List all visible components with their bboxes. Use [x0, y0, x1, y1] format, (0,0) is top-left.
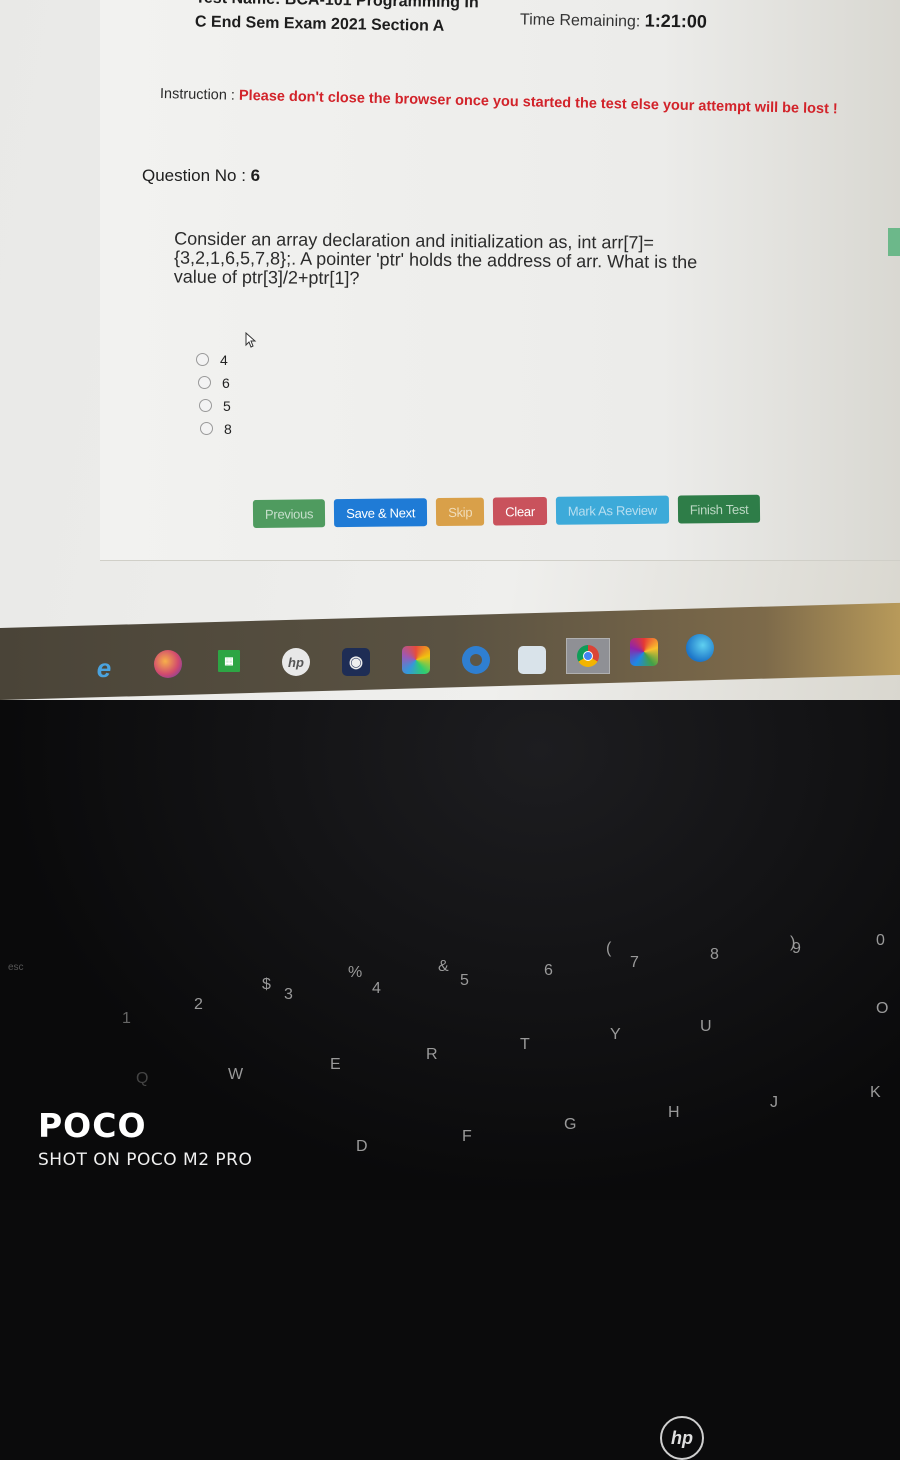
- instruction-label: Instruction :: [159, 86, 240, 104]
- action-buttons: Previous Save & Next Skip Clear Mark As …: [252, 494, 770, 528]
- answer-options: 4 6 5 8: [196, 348, 232, 440]
- app-icon[interactable]: [462, 646, 490, 674]
- key-d: D: [356, 1138, 368, 1155]
- key-ampersand: (: [606, 940, 612, 957]
- question-text: Consider an array declaration and initia…: [173, 228, 698, 289]
- question-number-value: 6: [250, 166, 261, 185]
- test-name: Test Name: BCA-101 Programming In C End …: [195, 0, 479, 46]
- key-j: J: [770, 1094, 778, 1111]
- internet-explorer-icon[interactable]: e: [90, 653, 118, 683]
- key-8: 8: [710, 946, 719, 963]
- file-icon[interactable]: [518, 646, 546, 674]
- time-remaining: Time Remaining: 1:21:00: [520, 8, 707, 32]
- key-w: W: [228, 1066, 244, 1083]
- webcam-icon[interactable]: ◉: [342, 648, 370, 676]
- key-u: U: [700, 1018, 712, 1035]
- key-t: T: [520, 1036, 530, 1053]
- key-y: Y: [610, 1026, 621, 1043]
- microsoft-store-icon[interactable]: ▦: [218, 650, 240, 672]
- watermark-brand: POCO: [38, 1106, 147, 1145]
- option-2[interactable]: 6: [198, 371, 232, 394]
- option-1[interactable]: 4: [196, 348, 232, 371]
- option-3-label: 5: [223, 397, 231, 414]
- key-e: E: [330, 1056, 341, 1073]
- question-number: Question No : 6: [142, 166, 260, 186]
- option-3-radio[interactable]: [199, 399, 212, 412]
- key-7: 7: [630, 954, 639, 971]
- key-0: 0: [876, 932, 885, 949]
- mouse-cursor-icon: [245, 332, 257, 348]
- option-4[interactable]: 8: [200, 417, 232, 440]
- save-next-button[interactable]: Save & Next: [334, 498, 428, 528]
- key-hash: $: [262, 976, 271, 993]
- key-h: H: [668, 1104, 680, 1121]
- skip-button[interactable]: Skip: [435, 497, 485, 527]
- key-q: Q: [136, 1070, 149, 1087]
- option-1-radio[interactable]: [196, 353, 209, 366]
- key-1: 1: [122, 1010, 131, 1027]
- key-f: F: [462, 1128, 472, 1145]
- option-2-radio[interactable]: [198, 376, 211, 389]
- key-k: K: [870, 1084, 881, 1101]
- edge-icon[interactable]: [686, 634, 714, 662]
- key-9: 9: [792, 940, 801, 957]
- option-1-label: 4: [220, 351, 228, 368]
- option-4-radio[interactable]: [200, 422, 213, 435]
- firefox-icon[interactable]: [154, 650, 182, 678]
- previous-button[interactable]: Previous: [252, 499, 326, 528]
- time-remaining-value: 1:21:00: [644, 10, 707, 32]
- key-5: 5: [460, 972, 469, 989]
- question-number-label: Question No :: [142, 166, 251, 185]
- exam-page: Test Name: BCA-101 Programming In C End …: [0, 0, 900, 660]
- clear-button[interactable]: Clear: [493, 496, 547, 526]
- hp-icon[interactable]: hp: [282, 648, 310, 676]
- pinwheel-icon[interactable]: [630, 638, 658, 666]
- finish-test-button[interactable]: Finish Test: [677, 494, 761, 524]
- monitor-screen: Test Name: BCA-101 Programming In C End …: [0, 0, 900, 700]
- key-dollar: %: [348, 964, 363, 981]
- time-remaining-label: Time Remaining:: [519, 11, 645, 31]
- key-3: 3: [284, 986, 293, 1003]
- side-tab[interactable]: [888, 228, 900, 256]
- key-g: G: [564, 1116, 577, 1133]
- key-esc: esc: [8, 962, 24, 973]
- hp-logo: hp: [660, 1416, 704, 1460]
- key-r: R: [426, 1046, 438, 1063]
- mark-review-button[interactable]: Mark As Review: [555, 495, 669, 525]
- chrome-icon[interactable]: [566, 638, 610, 674]
- option-4-label: 8: [224, 420, 232, 437]
- key-o: O: [876, 1000, 889, 1017]
- key-percent: &: [438, 958, 449, 975]
- taskbar-icons: e ▦ hp ◉: [0, 630, 900, 700]
- watermark-subtitle: SHOT ON POCO M2 PRO: [38, 1150, 253, 1170]
- option-3[interactable]: 5: [199, 394, 232, 417]
- photos-app-icon[interactable]: [402, 646, 430, 674]
- key-6: 6: [544, 962, 553, 979]
- key-2: 2: [194, 996, 203, 1013]
- option-2-label: 6: [222, 374, 230, 391]
- test-name-line2: C End Sem Exam 2021 Section A: [194, 13, 445, 35]
- key-4: 4: [372, 980, 381, 997]
